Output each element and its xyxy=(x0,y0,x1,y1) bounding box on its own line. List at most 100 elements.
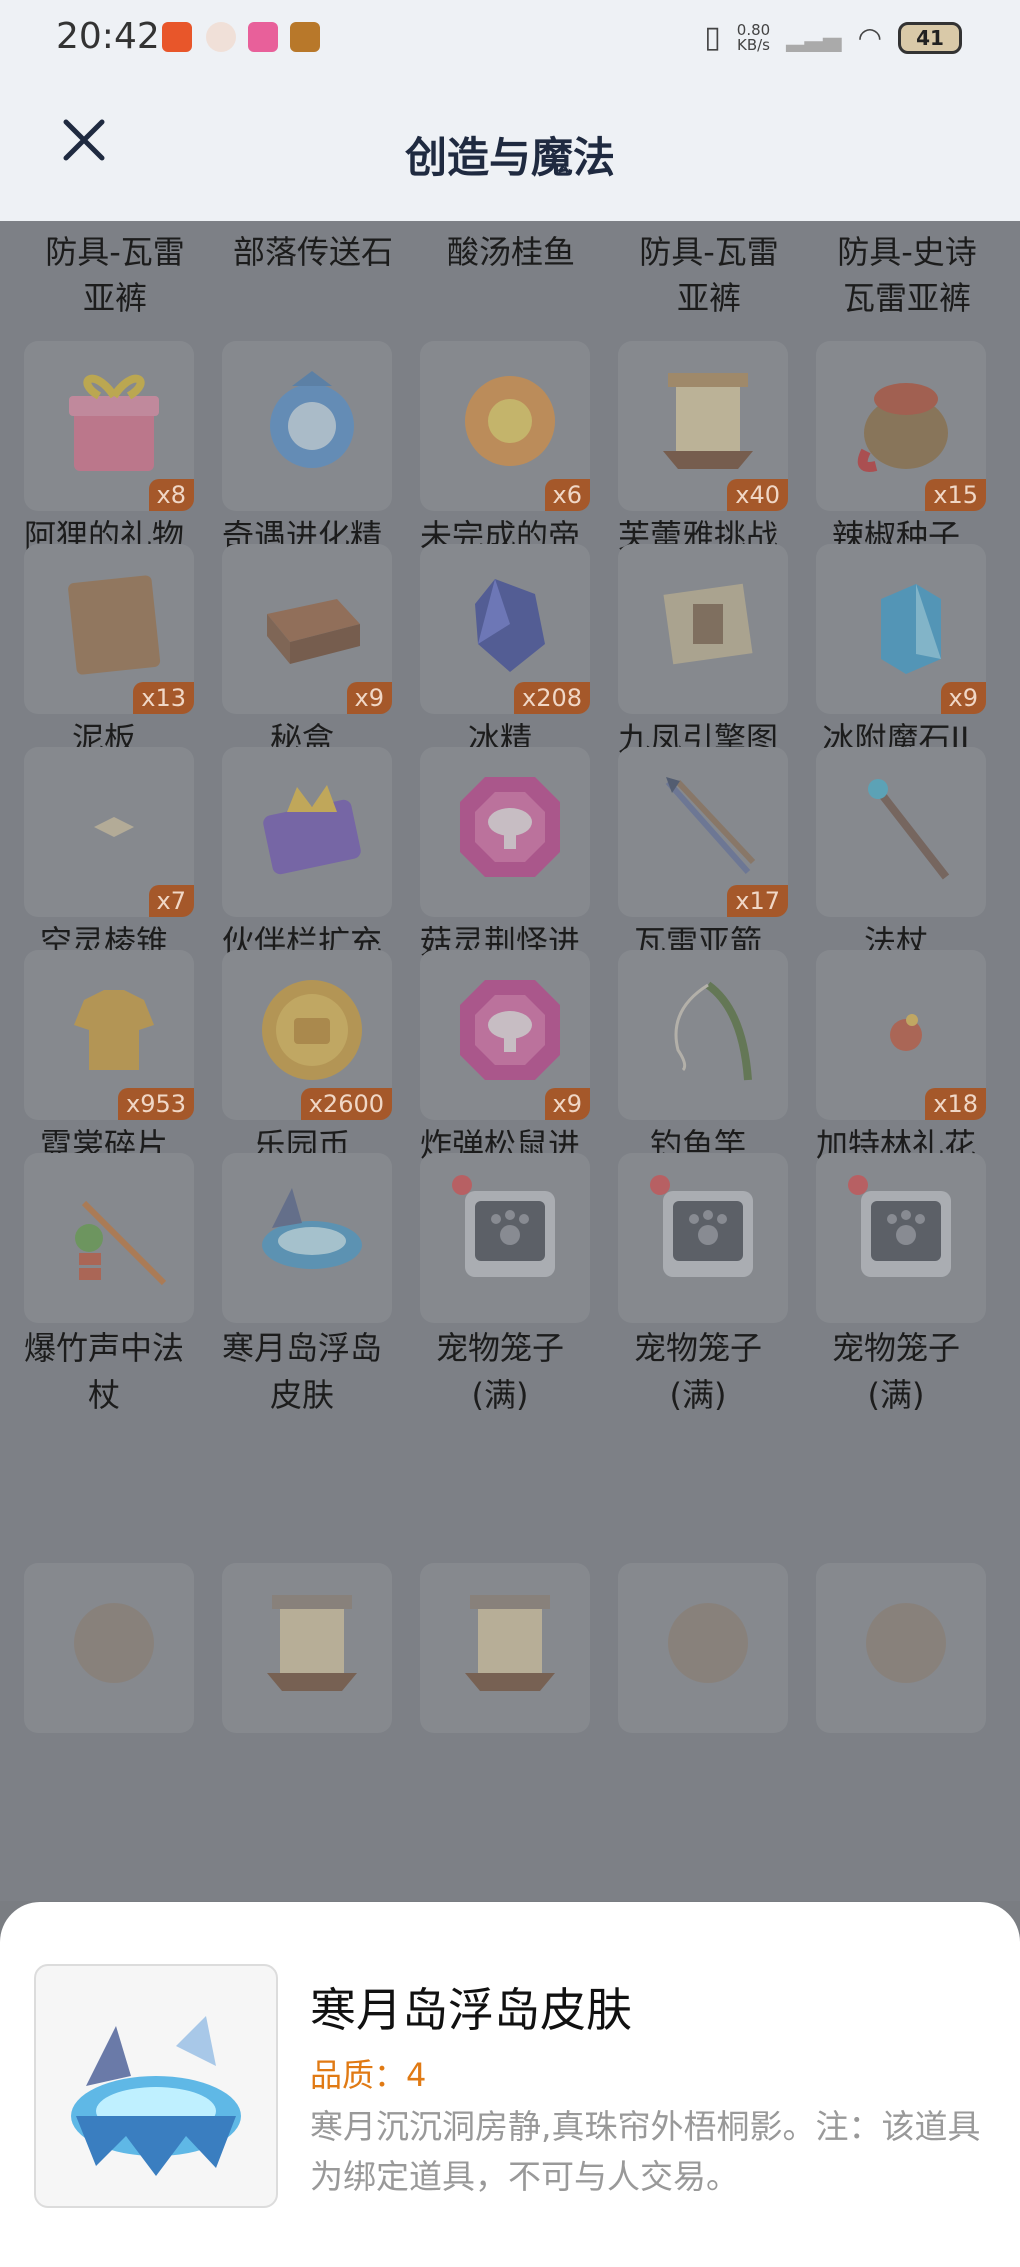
notification-avatar-icon xyxy=(206,22,236,52)
item-grid: 防具-瓦雷 亚裤 部落传送石 酸汤桂鱼 防具-瓦雷 亚裤 防具-史诗 瓦雷亚裤 x8 阿狸的礼物… xyxy=(0,221,1020,1901)
notification-game-icon xyxy=(290,22,320,52)
clock: 20:42 xyxy=(56,16,160,57)
grid-item[interactable]: 宠物笼子 (满) xyxy=(798,1153,988,1445)
quantity-badge: x2600 xyxy=(300,1088,392,1120)
notification-app-icon xyxy=(248,22,278,52)
item-tile xyxy=(24,1563,194,1733)
grid-item[interactable] xyxy=(402,1563,592,1855)
notification-app-icon xyxy=(162,22,192,52)
item-name-line: 寒月岛浮岛 xyxy=(221,1329,382,1367)
item-name-line: (满) xyxy=(669,1376,727,1414)
quantity-badge: x208 xyxy=(513,682,590,714)
item-tile xyxy=(816,747,986,917)
item-name: 宠物笼子 (满) xyxy=(798,1325,994,1419)
item-tile xyxy=(420,1153,590,1323)
grid-item[interactable]: 宠物笼子 (满) xyxy=(600,1153,790,1445)
wifi-icon: ◠ xyxy=(857,21,882,54)
item-tile xyxy=(816,1153,986,1323)
staff-icon xyxy=(846,767,966,887)
item-tile xyxy=(222,747,392,917)
emblem-icon xyxy=(846,1583,966,1703)
item-name: 寒月岛浮岛 皮肤 xyxy=(204,1325,400,1419)
item-name[interactable]: 部落传送石 xyxy=(218,229,408,275)
fire-weapon-icon xyxy=(450,361,570,481)
crystal-orb-icon xyxy=(252,361,372,481)
wanted-poster-icon xyxy=(252,1583,372,1703)
item-quality: 品质：4 xyxy=(310,2056,427,2094)
item-name[interactable]: 酸汤桂鱼 xyxy=(416,229,606,275)
item-tile xyxy=(222,341,392,511)
grid-item[interactable] xyxy=(204,1563,394,1855)
item-name-line: 防具-瓦雷 xyxy=(45,233,185,271)
grid-item[interactable] xyxy=(798,1563,988,1855)
item-tile: x2600 xyxy=(222,950,392,1120)
item-name: 宠物笼子 (满) xyxy=(402,1325,598,1419)
grid-item[interactable]: 宠物笼子 (满) xyxy=(402,1153,592,1445)
grid-item[interactable] xyxy=(6,1563,196,1855)
quantity-badge: x13 xyxy=(133,682,194,714)
ice-crystal-icon xyxy=(450,564,570,684)
item-tile: x208 xyxy=(420,544,590,714)
wooden-box-icon xyxy=(252,564,372,684)
item-tile xyxy=(24,1153,194,1323)
item-tile xyxy=(420,747,590,917)
item-name-line: (满) xyxy=(471,1376,529,1414)
item-title: 寒月岛浮岛皮肤 xyxy=(310,1983,632,2037)
floating-island-icon xyxy=(252,1173,372,1293)
item-name-line: 瓦雷亚裤 xyxy=(842,279,971,317)
item-name[interactable]: 防具-瓦雷亚裤 xyxy=(20,229,210,321)
pet-cage-icon xyxy=(846,1173,966,1293)
quantity-badge: x7 xyxy=(148,885,194,917)
mushroom-gem-icon xyxy=(450,767,570,887)
seed-bag-icon xyxy=(846,361,966,481)
item-thumbnail xyxy=(34,1964,278,2208)
item-name-line: 宠物笼子 xyxy=(831,1329,960,1367)
shirt-icon xyxy=(54,970,174,1090)
pyramid-icon xyxy=(54,767,174,887)
network-speed: 0.80 KB/s xyxy=(736,20,771,54)
battery-level: 41 xyxy=(916,25,944,50)
status-bar: 20:42 ▯ 0.80 KB/s ▂▃▄ ◠ 41 xyxy=(0,0,1020,76)
item-tile: x18 xyxy=(816,950,986,1120)
arrow-icon xyxy=(648,767,768,887)
ice-stone-icon xyxy=(846,564,966,684)
item-name[interactable]: 防具-瓦雷亚裤 xyxy=(614,229,804,321)
item-name-line: 亚裤 xyxy=(82,279,147,317)
blueprint-icon xyxy=(648,564,768,684)
item-name-line: 防具-瓦雷 xyxy=(639,233,779,271)
item-tile: x8 xyxy=(24,341,194,511)
item-tile: x9 xyxy=(222,544,392,714)
item-tile xyxy=(618,950,788,1120)
grid-item[interactable] xyxy=(600,1563,790,1855)
grid-item[interactable]: 爆竹声中法杖 xyxy=(6,1153,196,1445)
item-tile: x6 xyxy=(420,341,590,511)
floating-island-icon xyxy=(71,2016,241,2176)
item-name-line: 防具-史诗 xyxy=(837,233,977,271)
item-tile xyxy=(618,544,788,714)
quantity-badge: x40 xyxy=(727,479,788,511)
wanted-poster-icon xyxy=(450,1583,570,1703)
quantity-badge: x953 xyxy=(117,1088,194,1120)
grid-item[interactable]: 寒月岛浮岛 皮肤 xyxy=(204,1153,394,1445)
clay-board-icon xyxy=(54,564,174,684)
coin-icon xyxy=(252,970,372,1090)
item-tile: x15 xyxy=(816,341,986,511)
pet-cage-icon xyxy=(648,1173,768,1293)
item-tile xyxy=(222,1153,392,1323)
item-name-line: 杖 xyxy=(87,1376,120,1414)
quantity-badge: x17 xyxy=(727,885,788,917)
app-header: 创造与魔法 xyxy=(0,76,1020,221)
item-description: 寒月沉沉洞房静,真珠帘外梧桐影。注：该道具为绑定道具，不可与人交易。 xyxy=(310,2107,981,2196)
item-name: 爆竹声中法杖 xyxy=(6,1325,202,1419)
item-tile: x13 xyxy=(24,544,194,714)
item-name-line: 宠物笼子 xyxy=(435,1329,564,1367)
item-tile xyxy=(618,1153,788,1323)
firecracker-staff-icon xyxy=(54,1173,174,1293)
wanted-poster-icon xyxy=(648,361,768,481)
item-name-line: 亚裤 xyxy=(676,279,741,317)
item-tile xyxy=(420,1563,590,1733)
item-name[interactable]: 防具-史诗瓦雷亚裤 xyxy=(812,229,1002,321)
quantity-badge: x9 xyxy=(544,1088,590,1120)
quantity-badge: x9 xyxy=(940,682,986,714)
crown-card-icon xyxy=(252,767,372,887)
